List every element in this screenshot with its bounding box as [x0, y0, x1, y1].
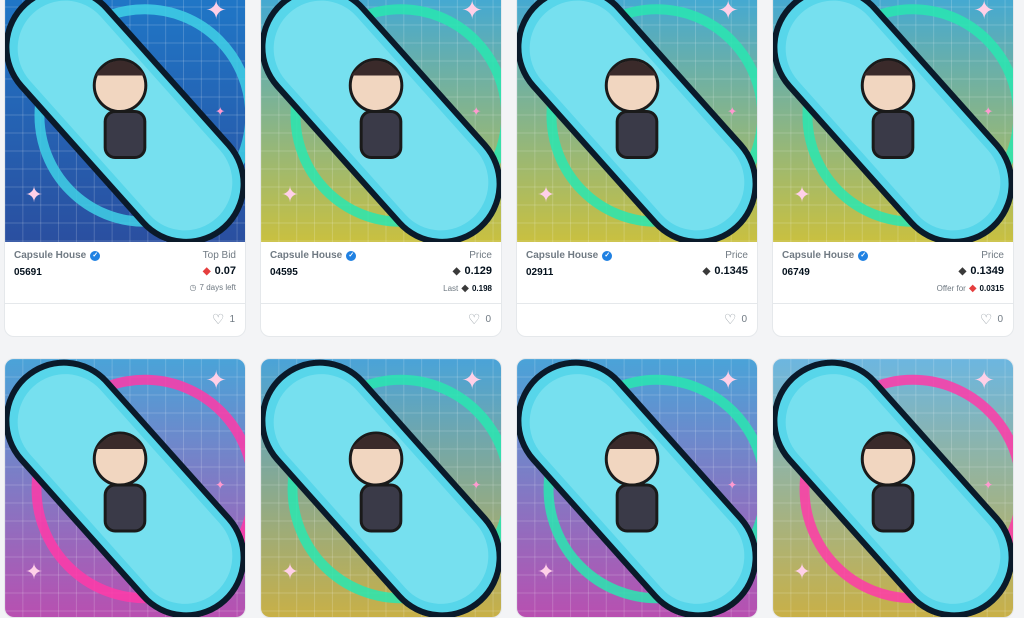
- favorite-count: 1: [229, 313, 235, 325]
- svg-text:✦: ✦: [537, 560, 555, 585]
- favorite-button[interactable]: ♡ 0: [467, 311, 491, 327]
- svg-text:✦: ✦: [471, 478, 481, 492]
- heart-outline-icon: ♡: [467, 311, 481, 327]
- price-label: Top Bid: [202, 250, 236, 261]
- svg-text:✦: ✦: [461, 0, 483, 26]
- svg-text:✦: ✦: [25, 183, 43, 208]
- check-badge-icon: ✓: [90, 250, 101, 261]
- heart-outline-icon: ♡: [723, 311, 737, 327]
- favorite-button[interactable]: ♡ 0: [979, 311, 1003, 327]
- check-badge-icon: ✓: [602, 250, 613, 261]
- price-value: ◆ 0.129: [452, 265, 492, 277]
- nft-card[interactable]: ✦ ✦ ✦: [772, 358, 1014, 618]
- nft-card[interactable]: ✦ ✦ ✦ Capsule House ✓ 05691 Top Bid ◆ 0.07…: [4, 0, 246, 337]
- nft-card[interactable]: ✦ ✦ ✦ Capsule House ✓ 06749 Price ◆ 0.1349…: [772, 0, 1014, 337]
- collection-name[interactable]: Capsule House ✓: [526, 250, 748, 261]
- price-value: ◆ 0.1349: [958, 265, 1004, 277]
- heart-outline-icon: ♡: [211, 311, 225, 327]
- favorite-count: 0: [997, 313, 1003, 325]
- nft-card[interactable]: ✦ ✦ ✦: [4, 358, 246, 618]
- nft-image[interactable]: ✦ ✦ ✦: [5, 0, 245, 242]
- card-info: Capsule House ✓ 06749 Price ◆ 0.1349 Offer…: [773, 242, 1013, 308]
- svg-text:✦: ✦: [717, 366, 739, 396]
- nft-image[interactable]: ✦ ✦ ✦: [5, 359, 245, 617]
- best-offer: Offer for ◆ 0.0315: [936, 283, 1004, 294]
- svg-text:✦: ✦: [717, 0, 739, 26]
- nft-image[interactable]: ✦ ✦ ✦: [773, 0, 1013, 242]
- svg-text:✦: ✦: [215, 478, 225, 492]
- check-badge-icon: ✓: [346, 250, 357, 261]
- nft-image[interactable]: ✦ ✦ ✦: [517, 0, 757, 242]
- svg-text:✦: ✦: [983, 104, 993, 118]
- eth-diamond-icon: ◆: [452, 265, 461, 277]
- eth-diamond-icon: ◆: [968, 283, 977, 294]
- price-value: ◆ 0.1345: [702, 265, 748, 277]
- card-info: Capsule House ✓ 05691 Top Bid ◆ 0.07 ◷ 7 da…: [5, 242, 245, 308]
- collection-name[interactable]: Capsule House ✓: [782, 250, 1004, 261]
- nft-card[interactable]: ✦ ✦ ✦: [516, 358, 758, 618]
- svg-text:✦: ✦: [471, 104, 481, 118]
- price-label: Price: [469, 250, 492, 261]
- price-value: ◆ 0.07: [202, 265, 236, 277]
- nft-image[interactable]: ✦ ✦ ✦: [773, 359, 1013, 617]
- collection-name[interactable]: Capsule House ✓: [270, 250, 492, 261]
- heart-outline-icon: ♡: [979, 311, 993, 327]
- svg-text:✦: ✦: [793, 183, 811, 208]
- price-label: Price: [725, 250, 748, 261]
- svg-text:✦: ✦: [205, 366, 227, 396]
- check-badge-icon: ✓: [858, 250, 869, 261]
- svg-text:✦: ✦: [461, 366, 483, 396]
- nft-card[interactable]: ✦ ✦ ✦: [260, 358, 502, 618]
- eth-diamond-icon: ◆: [702, 265, 711, 277]
- svg-text:✦: ✦: [281, 183, 299, 208]
- svg-text:✦: ✦: [973, 0, 995, 26]
- svg-text:✦: ✦: [793, 560, 811, 585]
- favorite-button[interactable]: ♡ 0: [723, 311, 747, 327]
- eth-diamond-icon: ◆: [461, 283, 469, 294]
- card-footer: ♡ 0: [261, 303, 501, 336]
- svg-text:✦: ✦: [983, 478, 993, 492]
- nft-image[interactable]: ✦ ✦ ✦: [517, 359, 757, 617]
- svg-text:✦: ✦: [215, 104, 225, 118]
- svg-text:✦: ✦: [973, 366, 995, 396]
- card-info: Capsule House ✓ 04595 Price ◆ 0.129 Last ◆ 0…: [261, 242, 501, 308]
- svg-text:✦: ✦: [727, 104, 737, 118]
- svg-text:✦: ✦: [205, 0, 227, 26]
- eth-diamond-icon: ◆: [958, 265, 967, 277]
- last-sale: Last ◆ 0.198: [443, 283, 492, 294]
- card-footer: ♡ 0: [773, 303, 1013, 336]
- favorite-button[interactable]: ♡ 1: [211, 311, 235, 327]
- favorite-count: 0: [741, 313, 747, 325]
- nft-card[interactable]: ✦ ✦ ✦ Capsule House ✓ 04595 Price ◆ 0.129 …: [260, 0, 502, 337]
- card-info: Capsule House ✓ 02911 Price ◆ 0.1345: [517, 242, 757, 308]
- price-label: Price: [981, 250, 1004, 261]
- clock-icon: ◷: [189, 283, 197, 292]
- nft-image[interactable]: ✦ ✦ ✦: [261, 359, 501, 617]
- svg-text:✦: ✦: [25, 560, 43, 585]
- card-footer: ♡ 1: [5, 303, 245, 336]
- svg-text:✦: ✦: [281, 560, 299, 585]
- card-footer: ♡ 0: [517, 303, 757, 336]
- favorite-count: 0: [485, 313, 491, 325]
- eth-diamond-icon: ◆: [202, 265, 211, 277]
- svg-text:✦: ✦: [537, 183, 555, 208]
- time-left: ◷ 7 days left: [189, 283, 236, 292]
- svg-text:✦: ✦: [727, 478, 737, 492]
- nft-image[interactable]: ✦ ✦ ✦: [261, 0, 501, 242]
- nft-card[interactable]: ✦ ✦ ✦ Capsule House ✓ 02911 Price ◆ 0.1345…: [516, 0, 758, 337]
